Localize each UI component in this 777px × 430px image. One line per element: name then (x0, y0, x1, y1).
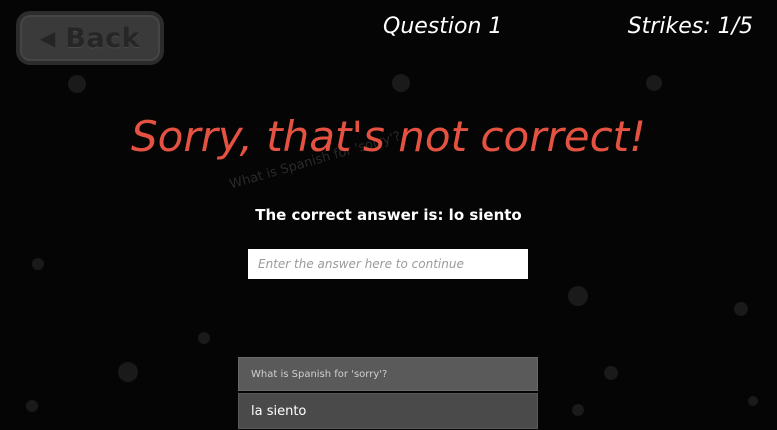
quiz-screen: ◀ Back Question 1 Strikes: 1/5 What is S… (0, 0, 777, 430)
background-dot (604, 366, 618, 380)
background-dot (646, 75, 662, 91)
background-dot (26, 400, 38, 412)
background-dot (118, 362, 138, 382)
strikes-counter: Strikes: 1/5 (627, 14, 753, 39)
background-dot (392, 74, 410, 92)
background-dot (748, 396, 758, 406)
history-answer: la siento (238, 393, 538, 429)
chevron-left-icon: ◀ (39, 26, 56, 50)
back-button[interactable]: ◀ Back (16, 11, 164, 65)
correct-answer-text: The correct answer is: lo siento (255, 206, 522, 224)
answer-history-card: What is Spanish for 'sorry'? la siento (238, 357, 538, 430)
background-dot (572, 404, 584, 416)
back-button-label: Back (65, 22, 141, 54)
feedback-title: Sorry, that's not correct! (131, 112, 646, 161)
answer-input[interactable] (248, 249, 528, 279)
background-dot (568, 286, 588, 306)
background-dot (198, 332, 210, 344)
history-question: What is Spanish for 'sorry'? (238, 357, 538, 391)
question-number: Question 1 (383, 14, 503, 39)
background-dot (734, 302, 748, 316)
background-dot (32, 258, 44, 270)
background-dot (68, 75, 86, 93)
